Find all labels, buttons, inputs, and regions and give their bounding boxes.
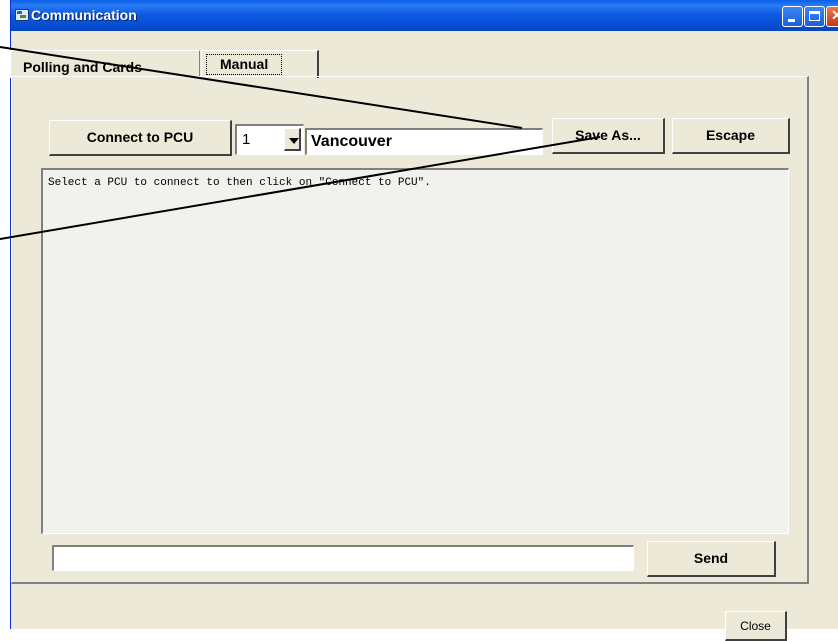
tab-label: Manual — [206, 54, 283, 75]
close-button[interactable]: Close — [725, 611, 787, 641]
connect-to-pcu-button[interactable]: Connect to PCU — [49, 120, 232, 156]
pcu-number-value: 1 — [242, 131, 251, 148]
title-bar[interactable]: Communication — [11, 0, 838, 31]
maximize-icon[interactable] — [804, 6, 825, 27]
tab-polling-and-cards[interactable]: Polling and Cards — [10, 50, 200, 78]
minimize-icon[interactable] — [782, 6, 803, 27]
window-title: Communication — [31, 7, 137, 23]
send-input[interactable] — [52, 545, 634, 571]
send-button[interactable]: Send — [647, 541, 776, 577]
close-icon[interactable] — [826, 6, 838, 27]
communication-log[interactable]: Select a PCU to connect to then click on… — [41, 168, 789, 534]
app-icon — [15, 9, 29, 21]
log-text: Select a PCU to connect to then click on… — [48, 177, 431, 189]
pcu-number-select[interactable]: 1 — [235, 124, 304, 155]
location-value: Vancouver — [311, 133, 392, 150]
location-field[interactable]: Vancouver — [305, 128, 543, 155]
chevron-down-icon[interactable] — [284, 128, 301, 151]
tab-manual[interactable]: Manual — [201, 50, 319, 78]
escape-button[interactable]: Escape — [672, 118, 790, 154]
save-as-button[interactable]: Save As... — [552, 118, 665, 154]
tab-label: Polling and Cards — [23, 59, 143, 75]
